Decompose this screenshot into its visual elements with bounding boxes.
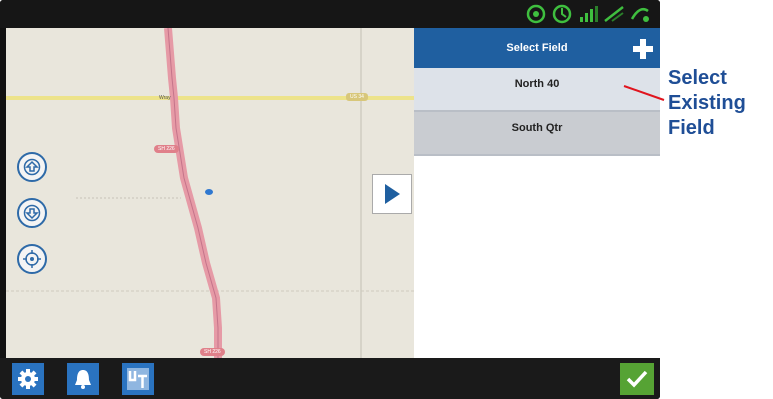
map-road-label-1: SH 226 — [154, 145, 179, 153]
panel-title: Select Field — [506, 42, 568, 54]
bell-icon — [75, 370, 91, 389]
panel-header: Select Field — [414, 28, 660, 68]
status-bar — [0, 0, 660, 28]
connection-icon[interactable] — [602, 3, 626, 25]
zoom-in-button[interactable] — [17, 152, 47, 182]
gps-status-icon[interactable] — [524, 3, 548, 25]
checkmark-icon — [626, 370, 648, 388]
wireless-icon[interactable] — [628, 3, 652, 25]
field-item-south-qtr[interactable]: South Qtr — [414, 112, 660, 156]
display-screen: Wray US 34 SH 226 SH 226 Select Field No… — [0, 0, 660, 399]
map-highway-label: US 34 — [346, 93, 368, 101]
zoom-in-icon — [23, 158, 41, 176]
center-location-button[interactable] — [17, 244, 47, 274]
status-icons — [524, 3, 652, 25]
field-item-label: North 40 — [514, 78, 560, 90]
zoom-out-button[interactable] — [17, 198, 47, 228]
guidance-status-icon[interactable] — [550, 3, 574, 25]
bottom-toolbar — [0, 358, 660, 399]
zoom-out-icon — [23, 204, 41, 222]
callout-annotation: Select Existing Field — [668, 66, 746, 141]
signal-icon[interactable] — [576, 3, 600, 25]
expand-panel-button[interactable] — [372, 174, 412, 214]
gear-icon — [18, 369, 38, 389]
crosshair-icon — [23, 250, 41, 268]
confirm-button[interactable] — [620, 363, 654, 395]
play-arrow-icon — [385, 184, 400, 204]
alerts-button[interactable] — [67, 363, 99, 395]
plus-icon[interactable] — [632, 38, 654, 60]
callout-line-3: Field — [668, 117, 715, 139]
map-town-label: Wray — [159, 95, 171, 101]
settings-button[interactable] — [12, 363, 44, 395]
map-road-label-2: SH 226 — [200, 348, 225, 356]
callout-pointer-line — [623, 85, 665, 101]
callout-line-1: Select — [668, 67, 727, 89]
universal-terminal-button[interactable] — [122, 363, 154, 395]
map-canvas — [6, 28, 414, 358]
map-view[interactable]: Wray US 34 SH 226 SH 226 — [6, 28, 414, 358]
callout-line-2: Existing — [668, 92, 746, 114]
field-item-label: South Qtr — [511, 122, 563, 134]
ut-icon — [127, 368, 149, 390]
select-field-panel: Select Field North 40 South Qtr — [414, 28, 660, 358]
